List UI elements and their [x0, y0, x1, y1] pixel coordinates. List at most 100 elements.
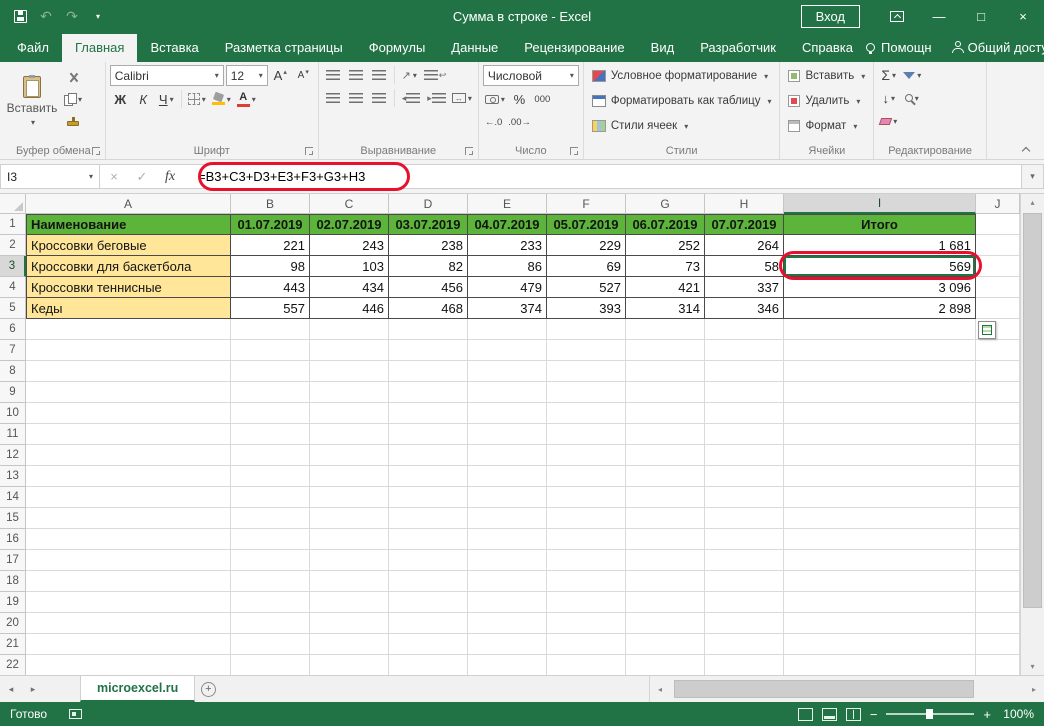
autosum-button[interactable]: Σ▾: [878, 65, 899, 85]
increase-indent-button[interactable]: ▸: [424, 88, 448, 108]
cell-B14[interactable]: [231, 487, 310, 508]
minimize-button[interactable]: —: [918, 0, 960, 32]
dialog-launcher-icon[interactable]: [570, 147, 578, 155]
row-header-9[interactable]: 9: [0, 382, 26, 403]
cell-G13[interactable]: [626, 466, 705, 487]
dialog-launcher-icon[interactable]: [305, 147, 313, 155]
underline-button[interactable]: Ч▾: [156, 89, 177, 109]
new-sheet-button[interactable]: +: [195, 676, 221, 702]
cell-B11[interactable]: [231, 424, 310, 445]
vertical-scrollbar-thumb[interactable]: [1023, 213, 1042, 608]
cell-I18[interactable]: [784, 571, 976, 592]
save-button[interactable]: [8, 4, 32, 28]
cell-A7[interactable]: [26, 340, 231, 361]
find-select-button[interactable]: ▾: [901, 88, 922, 108]
cell-D3[interactable]: 82: [389, 256, 468, 277]
ribbon-tab-formulas[interactable]: Формулы: [356, 34, 439, 62]
cell-B17[interactable]: [231, 550, 310, 571]
vertical-scrollbar-track[interactable]: [1021, 211, 1044, 658]
cell-B5[interactable]: 557: [231, 298, 310, 319]
cell-D10[interactable]: [389, 403, 468, 424]
cell-A4[interactable]: Кроссовки теннисные: [26, 277, 231, 298]
cell-H13[interactable]: [705, 466, 784, 487]
font-color-button[interactable]: А▾: [235, 89, 258, 109]
format-painter-button[interactable]: [62, 111, 84, 131]
cell-E1[interactable]: 04.07.2019: [468, 214, 547, 235]
redo-button[interactable]: ↷: [60, 4, 84, 28]
cell-E8[interactable]: [468, 361, 547, 382]
enter-button[interactable]: ✓: [128, 165, 156, 188]
cell-E12[interactable]: [468, 445, 547, 466]
cell-J19[interactable]: [976, 592, 1020, 613]
customize-quick-access-button[interactable]: ▾: [86, 4, 110, 28]
cell-styles-button[interactable]: Стили ячеек▾: [588, 115, 692, 137]
cell-C20[interactable]: [310, 613, 389, 634]
sign-in-button[interactable]: Вход: [801, 5, 860, 28]
page-break-view-button[interactable]: [846, 708, 861, 721]
cell-F14[interactable]: [547, 487, 626, 508]
cell-G9[interactable]: [626, 382, 705, 403]
ribbon-tab-developer[interactable]: Разработчик: [687, 34, 789, 62]
paste-button[interactable]: Вставить ▾: [6, 65, 58, 137]
cell-G2[interactable]: 252: [626, 235, 705, 256]
cell-F10[interactable]: [547, 403, 626, 424]
cell-I16[interactable]: [784, 529, 976, 550]
cell-E9[interactable]: [468, 382, 547, 403]
cell-A18[interactable]: [26, 571, 231, 592]
column-header-I[interactable]: I: [784, 194, 976, 214]
cell-F13[interactable]: [547, 466, 626, 487]
cell-J13[interactable]: [976, 466, 1020, 487]
cell-A17[interactable]: [26, 550, 231, 571]
cell-B1[interactable]: 01.07.2019: [231, 214, 310, 235]
row-header-17[interactable]: 17: [0, 550, 26, 571]
row-header-1[interactable]: 1: [0, 214, 26, 235]
decrease-indent-button[interactable]: ◂: [399, 88, 423, 108]
cell-B9[interactable]: [231, 382, 310, 403]
cell-E20[interactable]: [468, 613, 547, 634]
row-header-6[interactable]: 6: [0, 319, 26, 340]
close-button[interactable]: ×: [1002, 0, 1044, 32]
cell-A6[interactable]: [26, 319, 231, 340]
cell-C19[interactable]: [310, 592, 389, 613]
align-bottom-button[interactable]: [369, 65, 390, 85]
cell-I6[interactable]: [784, 319, 976, 340]
cell-D13[interactable]: [389, 466, 468, 487]
select-all-button[interactable]: [0, 194, 26, 214]
ribbon-tab-review[interactable]: Рецензирование: [511, 34, 637, 62]
column-header-D[interactable]: D: [389, 194, 468, 214]
ribbon-tab-help[interactable]: Справка: [789, 34, 866, 62]
cell-C4[interactable]: 434: [310, 277, 389, 298]
sort-filter-button[interactable]: ▾: [901, 65, 923, 85]
cell-D15[interactable]: [389, 508, 468, 529]
cell-F17[interactable]: [547, 550, 626, 571]
cell-H11[interactable]: [705, 424, 784, 445]
row-header-15[interactable]: 15: [0, 508, 26, 529]
row-header-10[interactable]: 10: [0, 403, 26, 424]
formula-bar-expand-button[interactable]: ▾: [1022, 164, 1044, 189]
cell-E21[interactable]: [468, 634, 547, 655]
cell-F1[interactable]: 05.07.2019: [547, 214, 626, 235]
cell-C18[interactable]: [310, 571, 389, 592]
cell-E17[interactable]: [468, 550, 547, 571]
cell-G20[interactable]: [626, 613, 705, 634]
cell-I13[interactable]: [784, 466, 976, 487]
cell-G21[interactable]: [626, 634, 705, 655]
cell-E13[interactable]: [468, 466, 547, 487]
cell-A11[interactable]: [26, 424, 231, 445]
collapse-ribbon-button[interactable]: [1018, 143, 1034, 156]
row-header-13[interactable]: 13: [0, 466, 26, 487]
ribbon-tab-home[interactable]: Главная: [62, 34, 137, 62]
cell-F8[interactable]: [547, 361, 626, 382]
cell-C13[interactable]: [310, 466, 389, 487]
cell-G19[interactable]: [626, 592, 705, 613]
vertical-scrollbar[interactable]: ▴ ▾: [1020, 194, 1044, 675]
cell-D1[interactable]: 03.07.2019: [389, 214, 468, 235]
ribbon-tab-view[interactable]: Вид: [638, 34, 688, 62]
cell-A9[interactable]: [26, 382, 231, 403]
cell-A3[interactable]: Кроссовки для баскетбола: [26, 256, 231, 277]
cell-E4[interactable]: 479: [468, 277, 547, 298]
cell-I19[interactable]: [784, 592, 976, 613]
cell-J10[interactable]: [976, 403, 1020, 424]
cell-C21[interactable]: [310, 634, 389, 655]
cell-D16[interactable]: [389, 529, 468, 550]
